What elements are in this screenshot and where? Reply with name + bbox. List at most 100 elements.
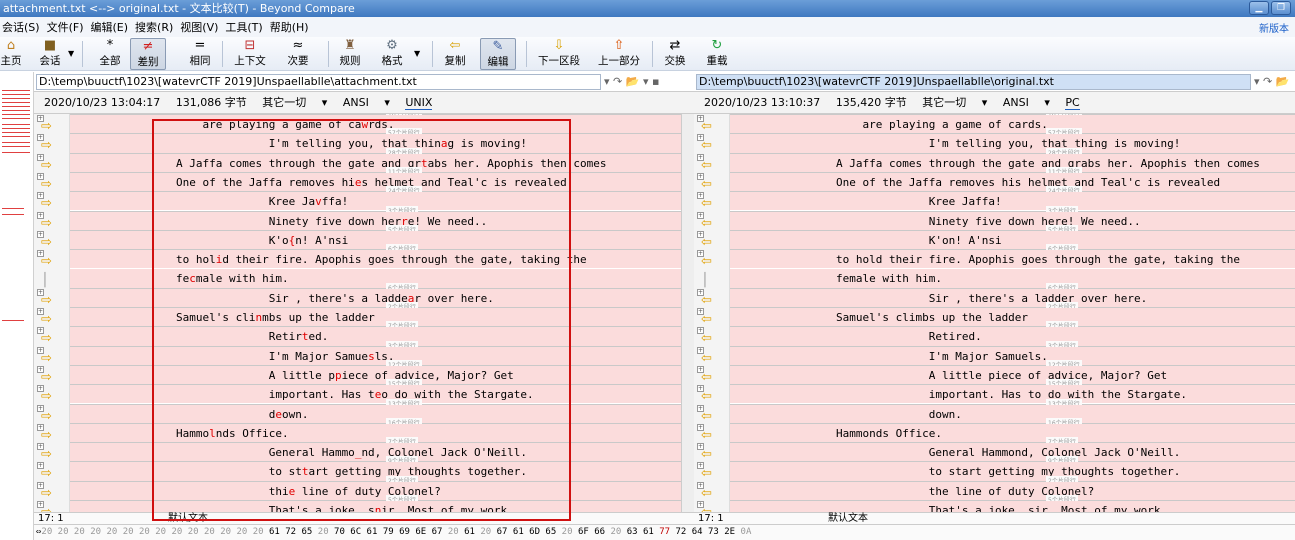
left-diff-line[interactable]: Hammolnds Office. (70, 423, 681, 443)
right-diff-line[interactable]: to hold their fire. Apophis goes through… (730, 250, 1295, 269)
right-diff-line[interactable]: That's a joke. sir. Most of my work (730, 501, 1295, 512)
right-diff-line[interactable]: K'on! A'nsi (730, 230, 1295, 250)
copy-left-icon[interactable]: ⇦ (701, 139, 712, 152)
gutter-mark[interactable]: +⇨ (36, 501, 68, 512)
gutter-mark[interactable]: +⇨ (36, 443, 68, 462)
left-diff-line[interactable]: I'm telling you, that thinag is moving! (70, 134, 681, 153)
gutter-mark[interactable]: +⇨ (36, 250, 68, 269)
gutter-mark[interactable]: +⇦ (696, 211, 728, 231)
right-diff-line[interactable]: to start getting my thoughts together. (730, 462, 1295, 481)
left-path-dropdown-icon[interactable]: ▾ (604, 75, 610, 88)
copy-left-icon[interactable]: ⇦ (701, 410, 712, 423)
gutter-mark[interactable]: +⇦ (696, 134, 728, 153)
menu-help[interactable]: 帮助(H) (268, 19, 314, 35)
left-scrollbar[interactable] (681, 114, 694, 512)
right-diff-line[interactable]: the line of duty Colonel? (730, 481, 1295, 500)
copy-left-icon[interactable]: ⇦ (701, 120, 712, 133)
gutter-mark[interactable]: +⇨ (36, 134, 68, 153)
left-diff-line[interactable]: General Hammo_nd, Colonel Jack O'Neill. (70, 443, 681, 462)
gutter-mark[interactable]: +⇨ (36, 346, 68, 366)
copy-button[interactable]: ⇦ 复制 (440, 38, 470, 70)
context-button[interactable]: ⊟ 上下文 (230, 38, 270, 70)
gutter-mark[interactable]: +⇨ (36, 115, 68, 134)
copy-left-icon[interactable]: ⇦ (701, 255, 712, 268)
right-diff-line[interactable]: are playing a game of cards. (730, 115, 1295, 134)
copy-right-icon[interactable]: ⇨ (41, 429, 52, 442)
copy-right-icon[interactable]: ⇨ (41, 139, 52, 152)
gutter-mark[interactable]: +⇦ (696, 172, 728, 192)
gutter-mark[interactable]: +⇦ (696, 192, 728, 211)
right-diff-line[interactable]: Ninety five down here! We need.. (730, 211, 1295, 230)
right-path-field[interactable]: D:\temp\buuctf\1023\[watevrCTF 2019]Unsp… (696, 74, 1251, 90)
copy-left-icon[interactable]: ⇦ (701, 371, 712, 384)
copy-left-icon[interactable]: ⇦ (701, 487, 712, 500)
gutter-mark[interactable]: +⇦ (696, 230, 728, 250)
copy-right-icon[interactable]: ⇨ (41, 294, 52, 307)
thumbnail-strip[interactable] (0, 72, 34, 540)
right-diff-line[interactable]: Retired. (730, 327, 1295, 346)
gutter-mark[interactable]: +⇨ (36, 365, 68, 385)
gutter-mark[interactable]: +⇦ (696, 462, 728, 481)
left-folder-dropdown-icon[interactable]: ▾ (643, 75, 649, 88)
gutter-mark[interactable]: │ (696, 269, 728, 288)
format-button[interactable]: ⚙ 格式 (378, 38, 406, 70)
reload-button[interactable]: ↻ 重载 (702, 38, 732, 70)
gutter-mark[interactable]: +⇦ (696, 501, 728, 512)
new-version-link[interactable]: 新版本 (1259, 20, 1289, 35)
left-diff-line[interactable]: Sir , there's a laddear over here. (70, 288, 681, 307)
right-diff-line[interactable]: Hammonds Office. (730, 423, 1295, 443)
gutter-mark[interactable]: +⇦ (696, 308, 728, 327)
gutter-mark[interactable]: +⇨ (36, 404, 68, 424)
restore-icon[interactable]: ❐ (1271, 1, 1291, 15)
show-diffs-button[interactable]: ≠ 差别 (130, 38, 166, 70)
gutter-mark[interactable]: +⇨ (36, 462, 68, 481)
right-folder-icon[interactable]: 📂 (1276, 75, 1290, 88)
left-diff-line[interactable]: thie line of duty Colonel? (70, 481, 681, 500)
next-section-button[interactable]: ⇩ 下一区段 (534, 38, 584, 70)
right-diff-line[interactable]: important. Has to do with the Stargate. (730, 385, 1295, 404)
copy-left-icon[interactable]: ⇦ (701, 390, 712, 403)
gutter-mark[interactable]: +⇨ (36, 211, 68, 231)
right-lineend[interactable]: PC (1065, 96, 1080, 110)
left-diff-line[interactable]: Kree Javffa! (70, 192, 681, 211)
left-other-dropdown-icon[interactable]: ▾ (322, 96, 328, 109)
menu-search[interactable]: 搜索(R) (133, 19, 178, 35)
copy-right-icon[interactable]: ⇨ (41, 178, 52, 191)
copy-right-icon[interactable]: ⇨ (41, 410, 52, 423)
rules-button[interactable]: ♜ 规则 (336, 38, 364, 70)
copy-right-icon[interactable]: ⇨ (41, 217, 52, 230)
copy-left-icon[interactable]: ⇦ (701, 429, 712, 442)
gutter-mark[interactable]: +⇦ (696, 288, 728, 308)
copy-right-icon[interactable]: ⇨ (41, 197, 52, 210)
copy-right-icon[interactable]: ⇨ (41, 159, 52, 172)
left-diff-line[interactable]: to sttart getting my thoughts together. (70, 462, 681, 481)
menu-edit[interactable]: 编辑(E) (89, 19, 134, 35)
right-diff-line[interactable]: A little piece of advice, Major? Get (730, 365, 1295, 385)
left-folder-icon[interactable]: 📂 (626, 75, 640, 88)
left-encoding-dropdown-icon[interactable]: ▾ (384, 96, 390, 109)
edit-button[interactable]: ✎ 编辑 (480, 38, 516, 70)
left-diff-line[interactable]: One of the Jaffa removes hies helmet and… (70, 172, 681, 192)
gutter-mark[interactable]: +⇨ (36, 172, 68, 192)
menu-tools[interactable]: 工具(T) (223, 19, 267, 35)
right-diff-line[interactable]: Kree Jaffa! (730, 192, 1295, 211)
left-diff-line[interactable]: to holid their fire. Apophis goes throug… (70, 250, 681, 269)
gutter-mark[interactable]: +⇦ (696, 346, 728, 366)
show-same-button[interactable]: = 相同 (186, 38, 214, 70)
left-path-field[interactable]: D:\temp\buuctf\1023\[watevrCTF 2019]Unsp… (36, 74, 601, 90)
right-encoding[interactable]: ANSI (1003, 96, 1029, 109)
right-path-dropdown-icon[interactable]: ▾ (1254, 75, 1260, 88)
left-save-icon[interactable]: ▪ (652, 75, 659, 88)
left-diff-line[interactable]: deown. (70, 404, 681, 423)
gutter-mark[interactable]: +⇦ (696, 404, 728, 424)
gutter-mark[interactable]: +⇦ (696, 250, 728, 269)
right-diff-line[interactable]: Samuel's climbs up the ladder (730, 308, 1295, 327)
copy-right-icon[interactable]: ⇨ (41, 371, 52, 384)
copy-left-icon[interactable]: ⇦ (701, 332, 712, 345)
left-text-area[interactable]: 16个片段行 are playing a game of cawrds.+⇨57… (34, 114, 681, 512)
copy-left-icon[interactable]: ⇦ (701, 294, 712, 307)
copy-right-icon[interactable]: ⇨ (41, 236, 52, 249)
right-history-icon[interactable]: ↷ (1263, 75, 1272, 88)
session-dropdown-icon[interactable]: ▼ (68, 49, 74, 58)
left-diff-line[interactable]: Ninety five down herre! We need.. (70, 211, 681, 230)
